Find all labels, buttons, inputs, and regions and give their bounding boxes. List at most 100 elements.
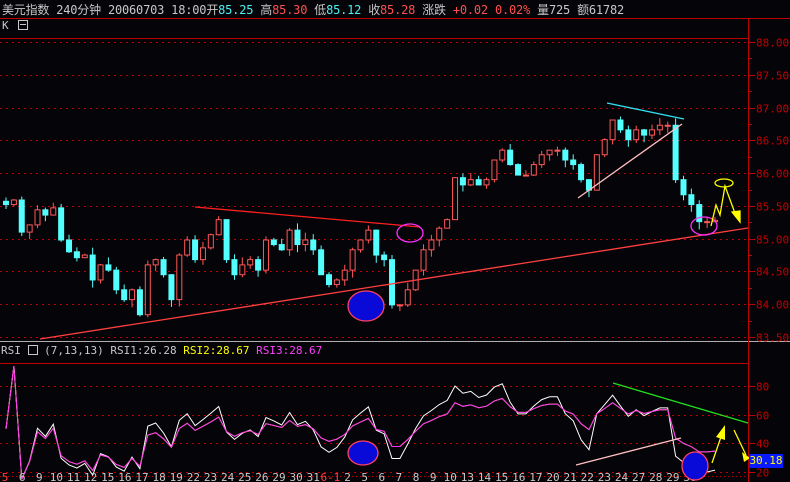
- candle: [152, 258, 159, 271]
- candle: [688, 188, 695, 212]
- candle-body: [546, 149, 553, 156]
- date-tick-label: 21: [564, 471, 577, 482]
- candle-body: [81, 254, 88, 259]
- candle: [570, 154, 577, 170]
- candle: [10, 199, 17, 207]
- date-tick-label: 6-1: [320, 471, 340, 482]
- date-tick-label: 19: [170, 471, 183, 482]
- candle: [318, 245, 325, 276]
- date-tick-label: 10: [444, 471, 457, 482]
- candle-body: [168, 274, 175, 301]
- candle-body: [192, 239, 199, 261]
- candle: [436, 226, 443, 247]
- candle-body: [373, 229, 380, 256]
- candle: [483, 177, 490, 189]
- candle-body: [262, 239, 269, 271]
- down-arrow-icon: [730, 210, 741, 224]
- price-tick-label: 88.00: [756, 37, 789, 50]
- date-tick-label: 15: [101, 471, 114, 482]
- date-tick-label: 8: [413, 471, 420, 482]
- candle-body: [436, 227, 443, 241]
- rsi-green-trendline: [612, 382, 749, 424]
- candle-body: [467, 179, 474, 186]
- candle: [515, 163, 522, 176]
- candle: [704, 216, 711, 229]
- candle-body: [578, 164, 585, 181]
- candle-body: [554, 149, 561, 152]
- date-tick-label: 28: [649, 471, 662, 482]
- candle-body: [160, 259, 167, 276]
- candle: [207, 233, 214, 250]
- candle-body: [278, 244, 285, 251]
- upper-wedge-line: [606, 102, 685, 120]
- candle-body: [396, 304, 403, 307]
- candle: [617, 116, 624, 133]
- up-arrowhead-icon: [716, 425, 725, 440]
- candle-body: [656, 124, 663, 131]
- candle-body: [617, 119, 624, 131]
- candle-body: [404, 289, 411, 306]
- candle-body: [255, 259, 262, 271]
- date-tick-label: 11: [67, 471, 80, 482]
- candle: [81, 253, 88, 259]
- chart-canvas[interactable]: 88.00 87.50 87.00 86.50 86.00 85.50 85.00 84.50…: [0, 0, 790, 482]
- date-tick-label: 29: [666, 471, 679, 482]
- rsi-tick-label: 60: [756, 410, 769, 423]
- candle: [176, 253, 183, 307]
- candle: [664, 121, 671, 133]
- candle-body: [704, 221, 711, 224]
- candle: [333, 278, 340, 288]
- candle-body: [333, 279, 340, 286]
- candle: [585, 179, 592, 198]
- price-tick-label: 87.00: [756, 103, 789, 116]
- price-tick-label: 85.50: [756, 201, 789, 214]
- candle: [648, 124, 655, 140]
- candle: [239, 257, 246, 278]
- candle: [160, 256, 167, 278]
- candle-body: [89, 254, 96, 281]
- candle: [302, 232, 309, 252]
- candle-body: [73, 251, 80, 259]
- rsi-current-highlight: [681, 451, 709, 481]
- date-tick-label: 12: [84, 471, 97, 482]
- date-tick-label: 9: [430, 471, 437, 482]
- date-tick-label: 16: [512, 471, 525, 482]
- candle-body: [389, 259, 396, 306]
- candle-body: [176, 254, 183, 301]
- date-tick-label: 22: [581, 471, 594, 482]
- candle-body: [302, 239, 309, 246]
- candle: [26, 224, 33, 240]
- candle: [546, 149, 553, 161]
- candle: [231, 254, 238, 280]
- candle-body: [231, 259, 238, 276]
- candle-body: [18, 199, 25, 233]
- candle-body: [570, 159, 577, 166]
- candle: [578, 162, 585, 183]
- candle: [42, 207, 49, 222]
- price-tick-label: 84.00: [756, 299, 789, 312]
- candle-body: [247, 259, 254, 266]
- candle: [215, 216, 222, 236]
- rsi-tick-label: 40: [756, 438, 769, 451]
- candle-body: [428, 239, 435, 251]
- candle-body: [66, 239, 73, 253]
- candle-body: [207, 234, 214, 249]
- candle: [18, 196, 25, 237]
- candle-body: [491, 159, 498, 181]
- date-tick-label: 13: [461, 471, 474, 482]
- date-tick-label: 22: [187, 471, 200, 482]
- rsi-tick-label: 80: [756, 381, 769, 394]
- candle: [538, 150, 545, 168]
- candle-body: [538, 154, 545, 166]
- candle: [247, 256, 254, 269]
- date-tick-label: 29: [272, 471, 285, 482]
- candle: [601, 138, 608, 158]
- candle: [459, 173, 466, 192]
- candle: [444, 218, 451, 229]
- candle: [262, 236, 269, 274]
- candle-body: [10, 199, 17, 206]
- date-tick-label: 7: [396, 471, 403, 482]
- date-tick-label: 10: [50, 471, 63, 482]
- candle: [341, 264, 348, 286]
- candle-body: [452, 177, 459, 221]
